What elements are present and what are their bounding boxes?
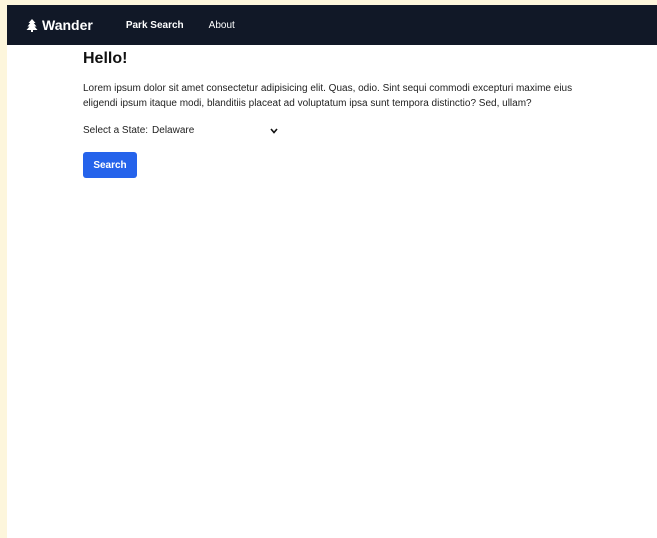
search-button[interactable]: Search [83,152,137,178]
top-navbar: Wander Park Search About [7,5,657,45]
brand-name: Wander [42,17,93,33]
app-window: Wander Park Search About Hello! Lorem ip… [7,5,657,538]
state-select-value: Delaware [152,125,195,136]
page-title: Hello! [83,50,128,67]
tree-icon [26,18,38,32]
state-selector-row: Select a State: Delaware [83,125,603,136]
nav-link-park-search[interactable]: Park Search [126,20,184,31]
state-select-label: Select a State: [83,125,149,136]
main-content: Hello! Lorem ipsum dolor sit amet consec… [83,45,603,178]
intro-paragraph: Lorem ipsum dolor sit amet consectetur a… [83,83,573,109]
chevron-down-icon [270,127,278,134]
nav-link-about[interactable]: About [209,20,235,31]
state-select[interactable]: Delaware [152,125,278,136]
brand-link[interactable]: Wander [26,17,93,33]
